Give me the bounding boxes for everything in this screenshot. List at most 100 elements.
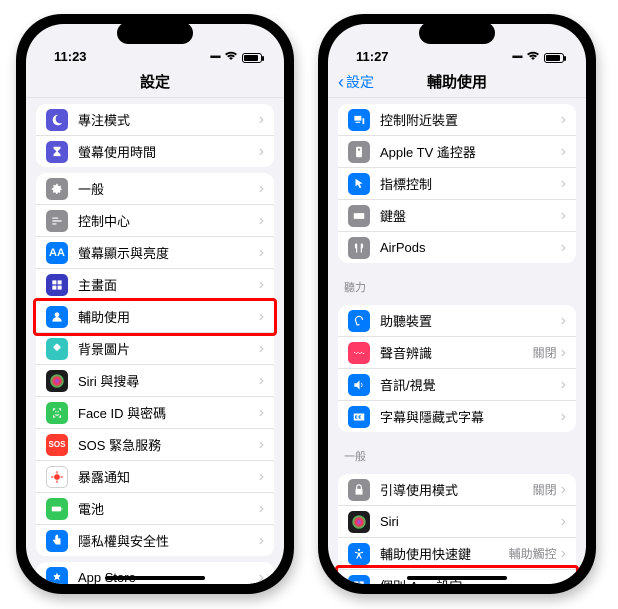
chevron-right-icon: ›	[561, 482, 566, 498]
row-siri[interactable]: Siri 與搜尋›	[36, 365, 274, 397]
row-appstore[interactable]: App Store›	[36, 562, 274, 584]
settings-group: App Store›	[36, 562, 274, 584]
nav-bar: ‹ 設定 輔助使用	[328, 66, 586, 98]
sliders-icon	[46, 210, 68, 232]
row-value: 關閉	[533, 344, 557, 361]
perapp-icon	[348, 575, 370, 585]
row-faceid[interactable]: Face ID 與密碼›	[36, 397, 274, 429]
row-controlcenter[interactable]: 控制中心›	[36, 205, 274, 237]
row-label: 音訊/視覺	[380, 375, 561, 394]
row-general[interactable]: 一般›	[36, 173, 274, 205]
status-icons: ▪▪▪▪	[512, 51, 564, 64]
signal-icon: ▪▪▪▪	[512, 52, 522, 63]
row-sos[interactable]: SOSSOS 緊急服務›	[36, 429, 274, 461]
row-wallpaper[interactable]: 背景圖片›	[36, 333, 274, 365]
row-label: 隱私權與安全性	[78, 531, 259, 550]
grid-icon	[46, 274, 68, 296]
row-label: Apple TV 遙控器	[380, 142, 561, 161]
settings-list[interactable]: 專注模式›螢幕使用時間›一般›控制中心›AA螢幕顯示與亮度›主畫面›輔助使用›背…	[26, 98, 284, 584]
chevron-right-icon: ›	[259, 373, 264, 389]
accessibility-list[interactable]: 控制附近裝置›Apple TV 遙控器›指標控制›鍵盤›AirPods›聽力助聽…	[328, 98, 586, 584]
chevron-right-icon: ›	[561, 144, 566, 160]
status-time: 11:27	[356, 49, 389, 64]
chevron-right-icon: ›	[561, 176, 566, 192]
chevron-right-icon: ›	[259, 469, 264, 485]
row-label: 控制附近裝置	[380, 110, 561, 129]
row-audiovis[interactable]: 音訊/視覺›	[338, 369, 576, 401]
chevron-right-icon: ›	[561, 112, 566, 128]
flower-icon	[46, 338, 68, 360]
row-screentime[interactable]: 螢幕使用時間›	[36, 136, 274, 167]
row-homescreen[interactable]: 主畫面›	[36, 269, 274, 301]
home-indicator[interactable]	[407, 576, 507, 580]
chevron-right-icon: ›	[259, 277, 264, 293]
chevron-right-icon: ›	[259, 405, 264, 421]
row-label: AirPods	[380, 240, 561, 255]
row-exposure[interactable]: 暴露通知›	[36, 461, 274, 493]
chevron-right-icon: ›	[259, 213, 264, 229]
chevron-left-icon: ‹	[338, 73, 344, 91]
signal-icon: ▪▪▪▪	[210, 52, 220, 63]
row-label: Siri	[380, 514, 561, 529]
row-guided[interactable]: 引導使用模式關閉›	[338, 474, 576, 506]
row-privacy[interactable]: 隱私權與安全性›	[36, 525, 274, 556]
section-header: 聽力	[328, 269, 586, 299]
lock-icon	[348, 479, 370, 501]
row-subtitles[interactable]: 字幕與隱藏式字幕›	[338, 401, 576, 432]
row-label: 控制中心	[78, 211, 259, 230]
row-hearing[interactable]: 助聽裝置›	[338, 305, 576, 337]
row-sirigen[interactable]: Siri›	[338, 506, 576, 538]
row-label: 螢幕使用時間	[78, 142, 259, 161]
chevron-right-icon: ›	[259, 570, 264, 585]
settings-group: 控制附近裝置›Apple TV 遙控器›指標控制›鍵盤›AirPods›	[338, 104, 576, 263]
row-nearby[interactable]: 控制附近裝置›	[338, 104, 576, 136]
chevron-right-icon: ›	[259, 341, 264, 357]
dynamic-island	[419, 22, 495, 44]
acc-icon	[348, 543, 370, 565]
remote-icon	[348, 141, 370, 163]
battery-icon	[242, 53, 262, 63]
nav-bar: 設定	[26, 66, 284, 98]
page-title: 設定	[140, 71, 170, 92]
row-label: 鍵盤	[380, 206, 561, 225]
dynamic-island	[117, 22, 193, 44]
row-display[interactable]: AA螢幕顯示與亮度›	[36, 237, 274, 269]
row-soundrec[interactable]: 聲音辨識關閉›	[338, 337, 576, 369]
wifi-icon	[224, 51, 238, 64]
row-airpods[interactable]: AirPods›	[338, 232, 576, 263]
chevron-right-icon: ›	[259, 245, 264, 261]
status-icons: ▪▪▪▪	[210, 51, 262, 64]
row-pointer[interactable]: 指標控制›	[338, 168, 576, 200]
speaker-icon	[348, 374, 370, 396]
row-focus[interactable]: 專注模式›	[36, 104, 274, 136]
person-icon	[46, 306, 68, 328]
row-label: 指標控制	[380, 174, 561, 193]
row-label: 電池	[78, 499, 259, 518]
pointer-icon	[348, 173, 370, 195]
row-value: 關閉	[533, 481, 557, 498]
settings-group: 助聽裝置›聲音辨識關閉›音訊/視覺›字幕與隱藏式字幕›	[338, 305, 576, 432]
row-keyboard[interactable]: 鍵盤›	[338, 200, 576, 232]
row-label: Face ID 與密碼	[78, 403, 259, 422]
row-shortcut[interactable]: 輔助使用快速鍵輔助觸控›	[338, 538, 576, 570]
kbd-icon	[348, 205, 370, 227]
row-label: 螢幕顯示與亮度	[78, 243, 259, 262]
row-label: Siri 與搜尋	[78, 371, 259, 390]
row-label: SOS 緊急服務	[78, 435, 259, 454]
batt-icon	[46, 498, 68, 520]
home-indicator[interactable]	[105, 576, 205, 580]
row-accessibility[interactable]: 輔助使用›	[36, 301, 274, 333]
row-appletv[interactable]: Apple TV 遙控器›	[338, 136, 576, 168]
face-icon	[46, 402, 68, 424]
row-label: 引導使用模式	[380, 480, 533, 499]
row-battery[interactable]: 電池›	[36, 493, 274, 525]
back-button[interactable]: ‹ 設定	[338, 72, 374, 92]
moon-icon	[46, 109, 68, 131]
row-label: 輔助使用	[78, 307, 259, 326]
ear-icon	[348, 310, 370, 332]
chevron-right-icon: ›	[561, 514, 566, 530]
hand-icon	[46, 530, 68, 552]
settings-group: 引導使用模式關閉›Siri›輔助使用快速鍵輔助觸控›個別 App 設定›	[338, 474, 576, 584]
row-label: 助聽裝置	[380, 311, 561, 330]
astore-icon	[46, 567, 68, 585]
